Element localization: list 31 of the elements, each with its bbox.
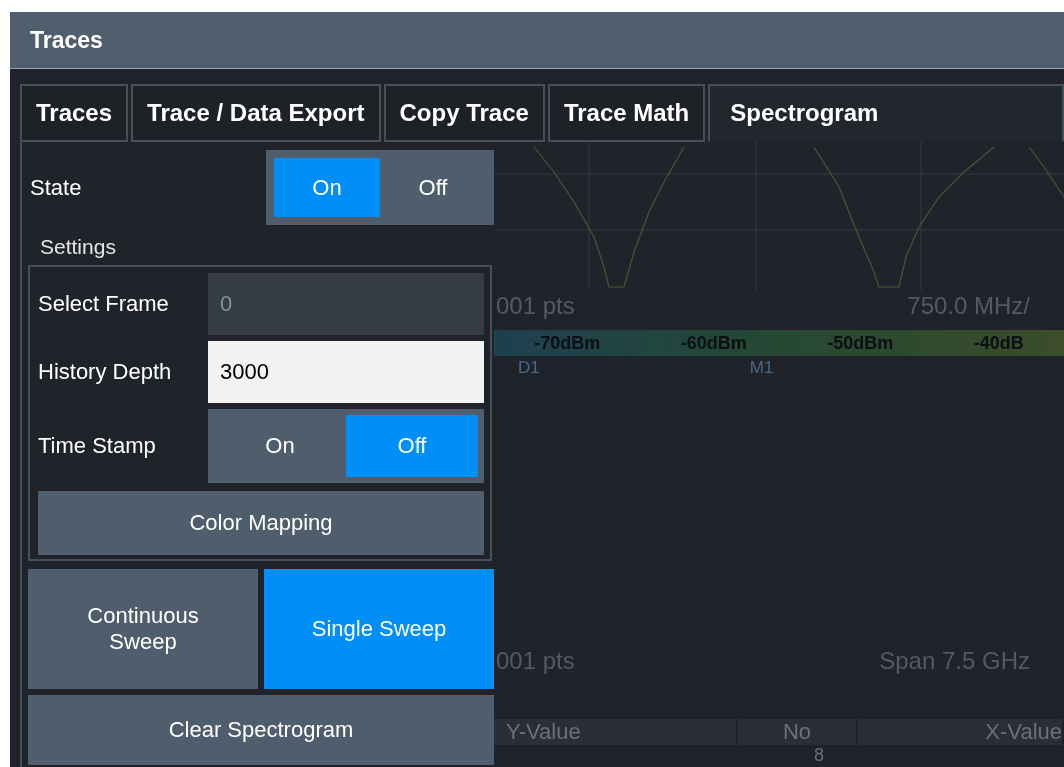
tab[interactable]: Trace Math [547,84,706,142]
points-label: 001 pts [495,647,575,675]
settings-heading: Settings [40,235,117,259]
color-bar-label: -70dBm [534,332,601,354]
state-label: State [29,174,82,201]
table-cell: 8 [814,745,824,767]
column-header: Y-Value [494,719,738,745]
history-depth-field[interactable]: 3000 [208,341,484,403]
tab[interactable]: Trace / Data Export [131,84,381,142]
column-header: X-Value [858,719,1064,745]
clear-spectrogram-button[interactable]: Clear Spectrogram [28,695,494,765]
column-header: No [738,719,858,745]
toggle-option[interactable]: On [214,415,346,477]
marker-label: D1 [518,358,540,378]
tab[interactable]: Spectrogram [708,84,1064,142]
select-frame-label: Select Frame [38,291,169,317]
span-label: Span 7.5 GHz [878,647,1030,675]
tab[interactable]: Copy Trace [383,84,545,142]
color-bar-label: -40dB [973,332,1024,354]
window-title: Traces [10,12,1064,69]
toggle-option[interactable]: Off [380,158,486,217]
time-stamp-label: Time Stamp [38,433,156,459]
points-label: 001 pts [495,292,575,320]
marker-label: M1 [749,358,774,378]
history-depth-label: History Depth [38,359,172,385]
color-bar-label: -50dBm [827,332,894,354]
color-mapping-button[interactable]: Color Mapping [38,491,484,555]
sweep-button[interactable]: Continuous Sweep [28,569,258,689]
color-bar-label: -60dBm [680,332,747,354]
scale-label: 750.0 MHz/ [906,292,1030,320]
tab[interactable]: Traces [20,84,129,142]
